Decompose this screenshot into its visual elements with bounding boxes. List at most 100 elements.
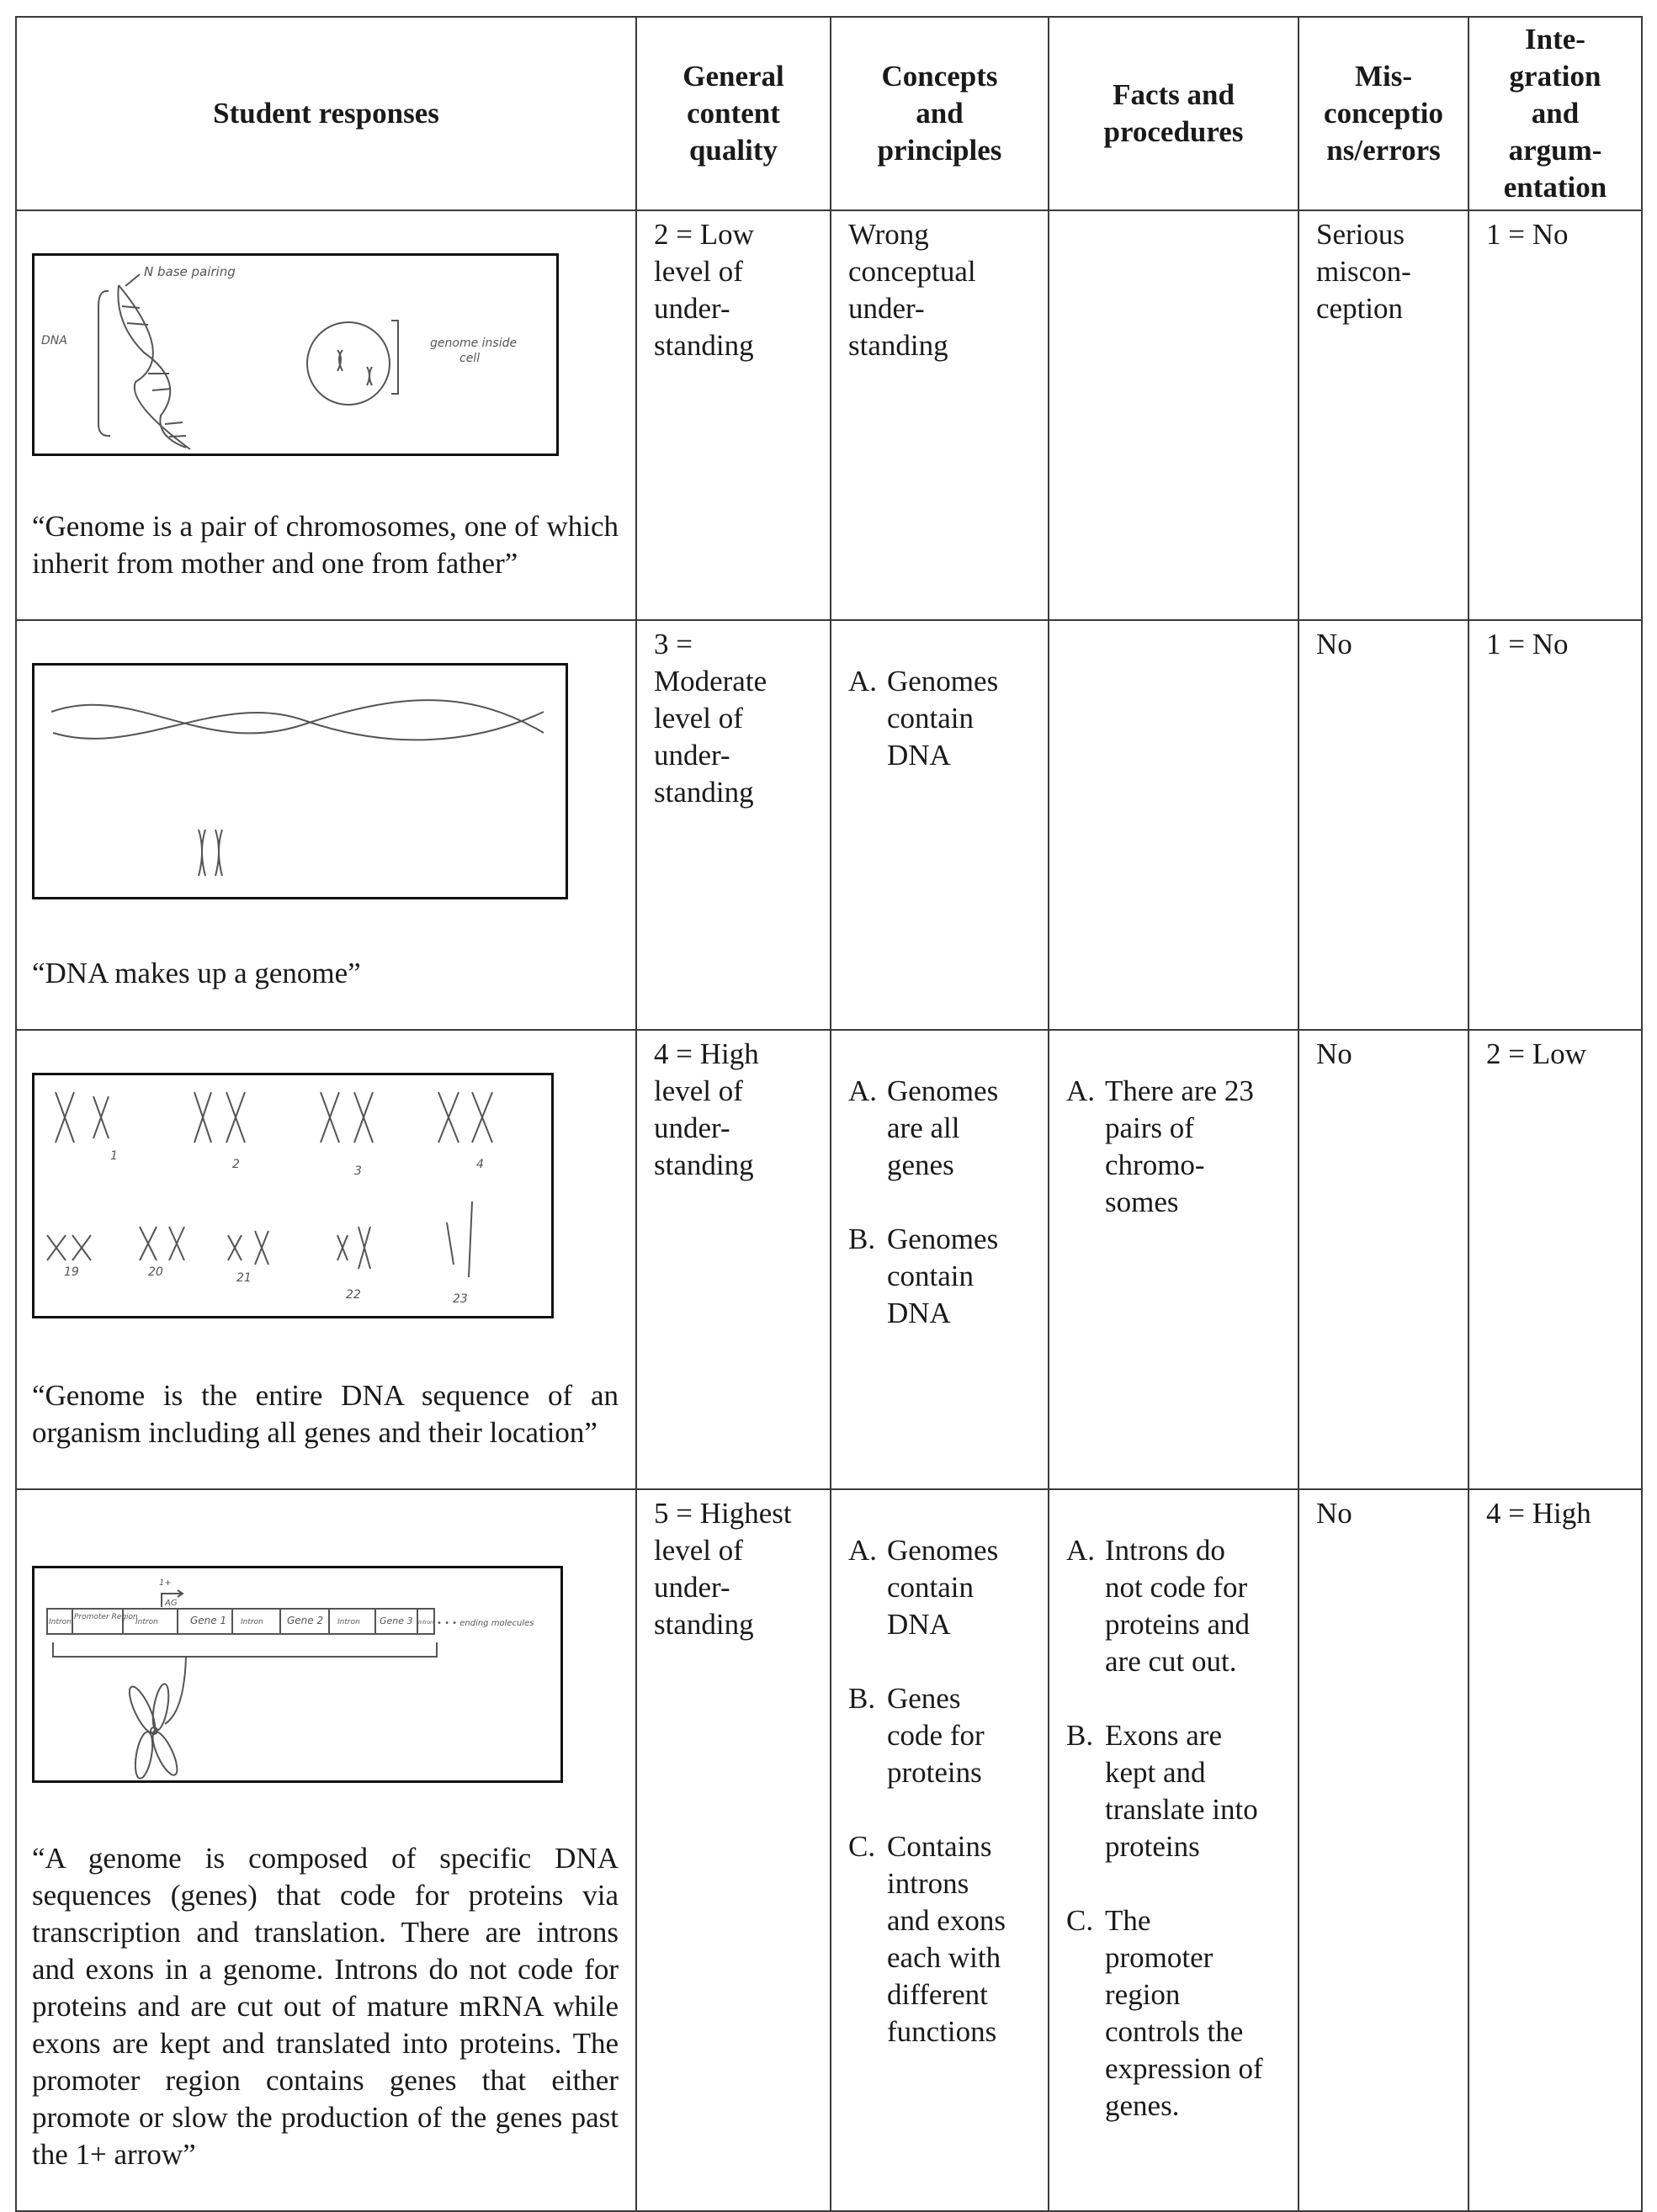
header-row: Student responses General content qualit… [15,16,1643,211]
integration-cell: 2 = Low [1468,1029,1643,1490]
fact-item: A. There are 23 pairs of chromo- somes [1066,1073,1283,1221]
chromosome-number: 3 [354,1164,362,1178]
segment-label: Intron [418,1620,433,1626]
item-marker: A. [848,1074,878,1107]
start-label: 1+ [159,1578,172,1588]
misconceptions-cell: No [1298,1029,1469,1490]
header-integration: Inte- gration and argum- entation [1468,16,1643,211]
fact-item: A. Introns do not code for proteins and a… [1066,1532,1283,1680]
fact-item: C. The promoter region controls the expre… [1066,1902,1283,2124]
concept-item: C. Contains introns and exons each with d… [848,1828,1033,2050]
segment-label: Intron [337,1618,360,1626]
integration-cell: 1 = No [1468,619,1643,1031]
misconceptions-cell: Serious miscon- ception [1298,210,1469,621]
student-drawing-dna-cell: DNA N base pairing genome inside cell [32,253,559,456]
chromosome-number: 2 [232,1158,240,1171]
item-marker: B. [848,1223,876,1255]
student-quote: “DNA makes up a genome” [32,957,361,989]
dna-strand [50,699,544,735]
segment-label: Intron [135,1618,158,1626]
quality-cell: 3 = Moderate level of under- standing [635,619,831,1031]
table-row: Intron Promoter Region Intron Gene 1 Int… [15,1488,1643,2212]
chromosome-number: 1 [110,1149,118,1163]
item-text: The promoter region controls the express… [1105,1904,1263,2122]
drawing-label: cell [459,352,480,365]
table-row: DNA N base pairing genome inside cell “G… [15,210,1643,621]
segment-label: Gene 2 [287,1615,323,1626]
student-response-cell: “DNA makes up a genome” [15,619,637,1031]
student-quote: “A genome is composed of specific DNA se… [32,1842,619,2171]
drawing-label: genome inside [430,337,517,350]
item-marker: A. [1066,1074,1096,1107]
item-text: Genes code for proteins [887,1682,985,1789]
quality-cell: 2 = Low level of under- standing [635,210,831,621]
cell-circle [306,321,390,406]
chromosome-number: 23 [453,1292,468,1306]
facts-cell: A. Introns do not code for proteins and a… [1048,1488,1299,2212]
concept-item: B. Genomes contain DNA [848,1221,1033,1332]
table-row: 1 2 3 4 19 20 21 22 23 “Genome is the en… [15,1029,1643,1490]
header-concepts-principles: Concepts and principles [830,16,1049,211]
dna-strand [118,284,191,450]
quality-cell: 4 = High level of under- standing [635,1029,831,1490]
student-response-cell: DNA N base pairing genome inside cell “G… [15,210,637,621]
item-marker: B. [848,1682,876,1715]
concepts-cell: A. Genomes contain DNA [830,619,1049,1031]
concept-item: A. Genomes are all genes [848,1073,1033,1184]
chromosome-number: 4 [476,1158,484,1171]
bracket [98,289,111,438]
concepts-cell: A. Genomes are all genes B. Genomes contai… [830,1029,1049,1490]
facts-cell [1048,619,1299,1031]
item-text: Genomes are all genes [887,1074,999,1181]
student-quote: “Genome is the entire DNA sequence of an… [32,1379,619,1449]
bracket [52,1642,438,1658]
item-marker: A. [848,665,878,698]
concept-item: A. Genomes contain DNA [848,663,1033,774]
ending-label: • • • ending molecules [437,1619,534,1628]
drawing-label: N base pairing [144,264,236,279]
chromosome-number: 21 [236,1271,252,1285]
item-marker: A. [1066,1534,1096,1567]
facts-cell: A. There are 23 pairs of chromo- somes [1048,1029,1299,1490]
item-text: Genomes contain DNA [887,665,999,772]
student-drawing-gene-map: Intron Promoter Region Intron Gene 1 Int… [32,1566,563,1783]
segment-label: Promoter Region [74,1613,138,1621]
item-marker: A. [848,1534,878,1567]
chromosome-row [46,1091,493,1278]
chromosome-number: 19 [64,1265,79,1279]
rubric-table: Student responses General content qualit… [15,16,1643,2212]
header-general-content-quality: General content quality [635,16,831,211]
concept-item: B. Genes code for proteins [848,1680,1033,1791]
student-drawing-karyotype: 1 2 3 4 19 20 21 22 23 [32,1073,554,1318]
chromosome-number: 22 [346,1288,361,1302]
codon-label: AG [164,1599,178,1608]
concepts-cell: A. Genomes contain DNA B. Genes code for p… [830,1488,1049,2212]
item-text: There are 23 pairs of chromo- somes [1105,1074,1254,1218]
header-facts-procedures: Facts and procedures [1048,16,1299,211]
student-drawing-dna-strand [32,663,568,899]
fact-item: B. Exons are kept and translate into prot… [1066,1717,1283,1865]
segment-label: Intron [241,1618,263,1626]
item-text: Introns do not code for proteins and are… [1105,1534,1251,1678]
chromosome-number: 20 [148,1265,163,1279]
bracket [391,320,399,395]
integration-cell: 1 = No [1468,210,1643,621]
segment-label: Gene 1 [190,1615,226,1626]
student-quote: “Genome is a pair of chromosomes, one of… [32,510,619,580]
header-student-responses: Student responses [15,16,637,211]
table-row: “DNA makes up a genome” 3 = Moderate lev… [15,619,1643,1031]
student-response-cell: 1 2 3 4 19 20 21 22 23 “Genome is the en… [15,1029,637,1490]
concepts-cell: Wrong conceptual under- standing [830,210,1049,621]
item-text: Exons are kept and translate into protei… [1105,1719,1258,1863]
misconceptions-cell: No [1298,1488,1469,2212]
misconceptions-cell: No [1298,619,1469,1031]
item-text: Genomes contain DNA [887,1223,999,1329]
item-marker: C. [848,1830,876,1863]
header-misconceptions: Mis- conceptio ns/errors [1298,16,1469,211]
item-text: Contains introns and exons each with dif… [887,1830,1006,2048]
drawing-label: DNA [41,334,67,347]
segment-label: Intron [49,1618,72,1626]
concept-item: A. Genomes contain DNA [848,1532,1033,1643]
quality-cell: 5 = Highest level of under- standing [635,1488,831,2212]
item-marker: C. [1066,1904,1094,1937]
